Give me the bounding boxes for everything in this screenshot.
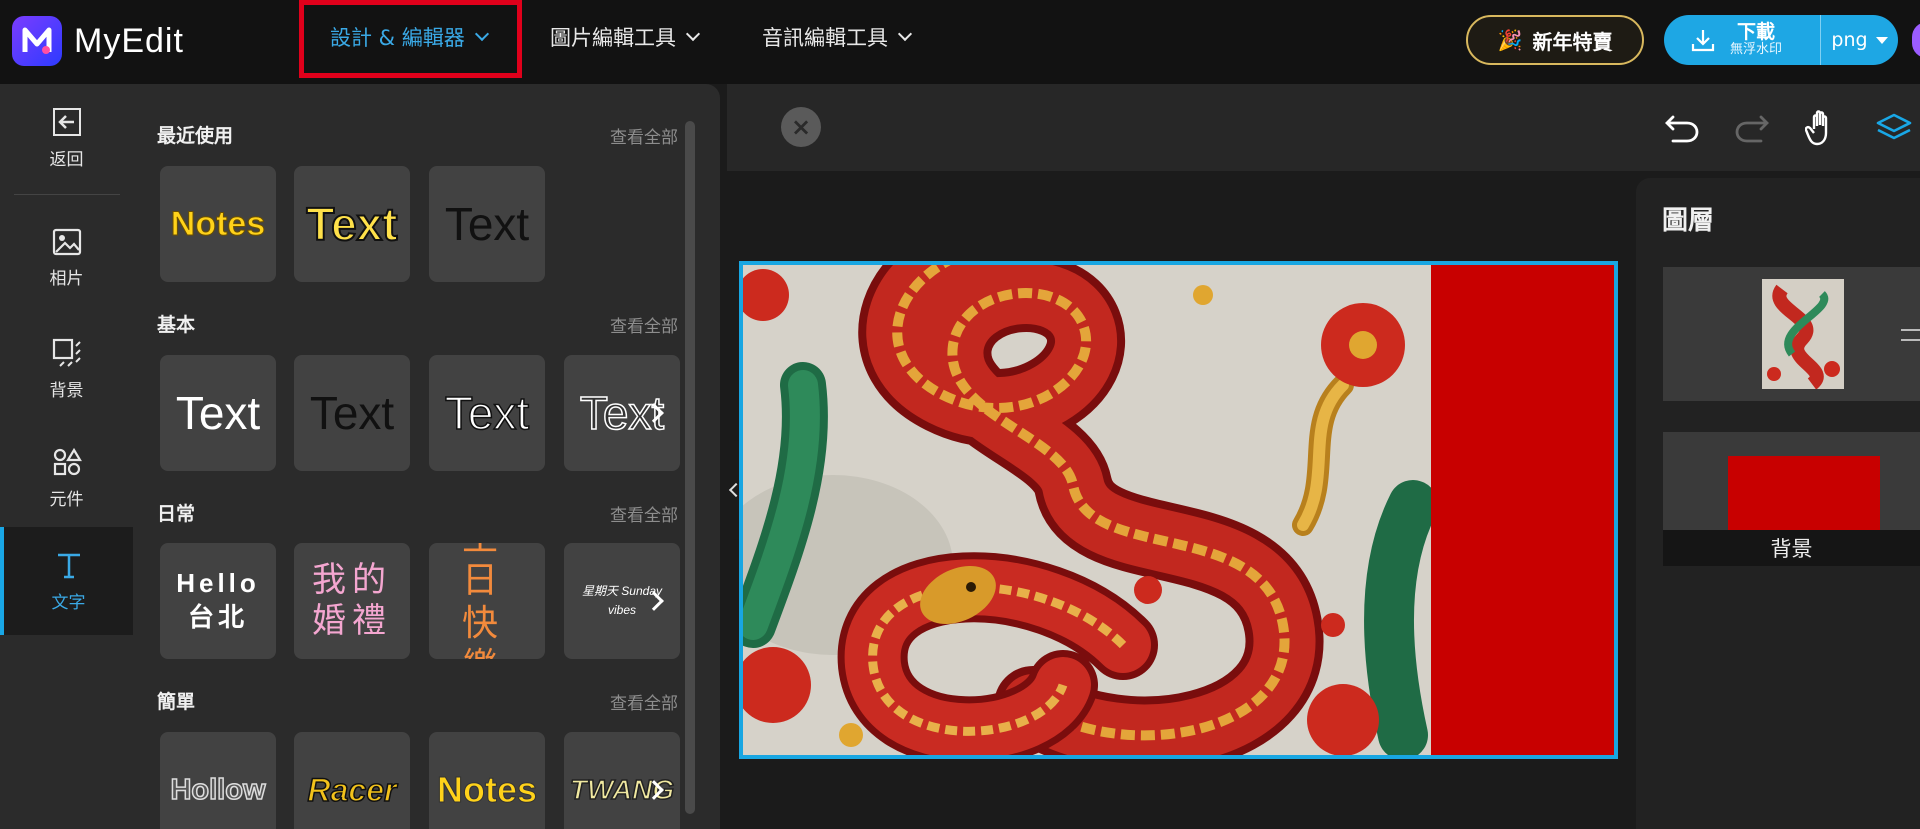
nav-image-tools[interactable]: 圖片編輯工具 [550,22,701,52]
rail-item-photos[interactable]: 相片 [0,210,133,306]
text-style-tile[interactable]: Text [160,355,276,471]
text-icon [57,553,80,578]
chevron-down-icon [897,26,913,42]
rail-item-elements[interactable]: 元件 [0,430,133,526]
view-all-simple[interactable]: 查看全部 [610,689,678,714]
layers-title: 圖層 [1662,206,1715,236]
caret-down-icon [1875,36,1888,44]
shapes-icon [53,447,82,475]
scroll-right-button[interactable] [639,770,669,810]
close-icon[interactable]: × [781,107,821,147]
redo-icon[interactable] [1730,106,1774,150]
rail-label-elements: 元件 [49,489,84,510]
nav-audio-tools-label: 音訊編輯工具 [762,26,888,50]
rail-label-back: 返回 [49,149,84,170]
view-all-recent[interactable]: 查看全部 [610,123,678,148]
background-icon [52,338,81,367]
tile-label: Text [444,386,530,440]
chevron-down-icon [685,26,701,42]
party-popper-icon: 🎉 [1497,28,1523,52]
download-icon [1691,30,1715,52]
nav-design-label: 設計 & 編輯器 [330,26,465,50]
panel-scrollbar[interactable] [685,121,695,814]
view-all-daily[interactable]: 查看全部 [610,501,678,526]
rail-label-background: 背景 [49,380,84,401]
layers-icon[interactable] [1872,106,1916,150]
section-title-daily: 日常 [157,503,196,525]
layer-item-background[interactable]: 背景 [1663,432,1920,566]
snake-artwork-image[interactable] [743,265,1438,755]
design-canvas[interactable] [739,261,1618,759]
layer-thumbnail [1762,279,1844,389]
text-style-tile[interactable]: Text [294,355,410,471]
drag-handle-icon[interactable] [1901,329,1920,341]
tile-label: Racer [307,771,397,809]
rail-divider [14,194,120,195]
myedit-logo-icon [12,16,62,66]
scroll-right-button[interactable] [639,581,669,621]
rail-label-photos: 相片 [49,268,84,289]
left-rail: 返回 相片 背景 元件 文字 [0,84,133,829]
avatar[interactable] [1912,22,1920,58]
download-subtitle: 無浮水印 [1730,42,1783,58]
text-style-tile[interactable]: Notes [429,732,545,829]
view-all-basic[interactable]: 查看全部 [610,312,678,337]
promo-label: 新年特賣 [1532,29,1613,54]
text-style-tile[interactable]: Notes [160,166,276,282]
download-button-group: 下載 無浮水印 png [1664,15,1898,65]
tile-label: Text [444,198,530,250]
rail-label-text: 文字 [51,592,86,613]
chevron-down-icon [474,26,489,42]
section-title-simple: 簡單 [157,691,196,713]
arrow-left-icon [52,107,81,136]
red-rectangle-element[interactable] [1431,265,1614,755]
text-style-tile[interactable]: 我的婚禮 [294,543,410,659]
download-button[interactable]: 下載 無浮水印 [1664,15,1820,65]
layer-label: 背景 [1663,530,1920,566]
rail-item-text[interactable]: 文字 [0,527,133,635]
image-icon [52,228,81,255]
text-style-tile[interactable]: Hello 台北 [160,543,276,659]
nav-image-tools-label: 圖片編輯工具 [550,26,676,50]
chevron-right-icon [644,403,664,423]
rail-item-back[interactable]: 返回 [0,84,133,192]
text-style-tile[interactable]: Hollow [160,732,276,829]
nav-audio-tools[interactable]: 音訊編輯工具 [762,22,913,52]
format-label: png [1831,29,1868,51]
tile-label: Text [175,387,261,439]
tile-label: 我的婚禮 [312,560,392,641]
layers-panel: 圖層 背景 [1636,178,1920,829]
layer-thumbnail [1728,456,1880,538]
text-style-tile[interactable]: 生日快樂 [429,543,545,659]
text-style-tile[interactable]: Text [294,166,410,282]
nav-design-editor[interactable]: 設計 & 編輯器 [330,22,489,52]
tile-label: Hollow [170,773,267,807]
text-style-tile[interactable]: Text [429,166,545,282]
promo-button[interactable]: 🎉 新年特賣 [1466,15,1644,65]
app-logo[interactable]: MyEdit [12,16,184,66]
chevron-right-icon [644,780,664,800]
tile-label: Text [305,197,398,251]
top-bar: MyEdit 設計 & 編輯器 圖片編輯工具 音訊編輯工具 🎉 新年特賣 下載 … [0,0,1920,84]
text-style-tile[interactable]: Racer [294,732,410,829]
layer-item-image[interactable] [1663,267,1920,401]
section-title-recent: 最近使用 [157,125,234,147]
format-dropdown[interactable]: png [1821,15,1898,65]
rail-item-background[interactable]: 背景 [0,321,133,417]
undo-icon[interactable] [1660,106,1704,150]
chevron-right-icon [644,591,664,611]
tile-label: Notes [436,769,538,811]
tile-label: Notes [170,204,266,243]
text-style-tile[interactable]: Text [429,355,545,471]
tile-label: Text [309,387,395,439]
app-name: MyEdit [74,21,184,60]
tile-label: Hello 台北 [176,568,260,632]
scroll-right-button[interactable] [639,393,669,433]
section-title-basic: 基本 [157,314,196,336]
download-title: 下載 [1737,21,1776,44]
text-panel: 最近使用 查看全部 Notes Text Text 基本 查看全部 Text T… [133,84,720,829]
hand-icon[interactable] [1800,106,1844,150]
tile-label: 生日快樂 [461,543,512,659]
